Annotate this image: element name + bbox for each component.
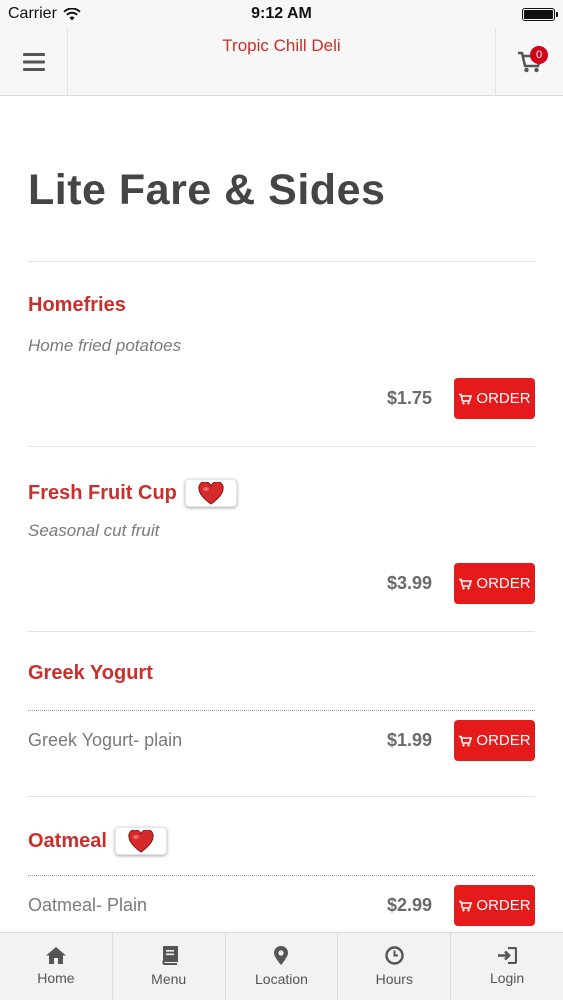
page-title: Lite Fare & Sides	[28, 166, 386, 214]
item-name[interactable]: Fresh Fruit Cup	[28, 479, 237, 507]
cart-icon	[459, 900, 473, 911]
status-bar: Carrier 9:12 AM	[0, 0, 563, 28]
cart-icon	[459, 393, 473, 404]
order-button[interactable]: ORDER	[454, 378, 535, 419]
menu-item: Fresh Fruit Cup Seasonal cut fruit $3.99…	[28, 447, 535, 632]
status-time: 9:12 AM	[251, 5, 312, 22]
item-price: $3.99	[386, 573, 432, 593]
variant-row: Greek Yogurt- plain $1.99 ORDER	[28, 710, 535, 770]
item-name[interactable]: Homefries	[28, 294, 126, 317]
item-price: $1.75	[386, 388, 432, 408]
favorite-badge	[114, 827, 167, 855]
item-price: $2.99	[386, 895, 432, 915]
item-description: Seasonal cut fruit	[28, 521, 160, 540]
nav-menu-label: Menu	[151, 971, 187, 987]
map-pin-icon	[274, 946, 289, 965]
nav-home[interactable]: Home	[0, 933, 113, 1000]
nav-login[interactable]: Login	[451, 933, 563, 1000]
book-icon	[162, 946, 178, 965]
cart-button[interactable]: 0	[495, 28, 563, 96]
home-icon	[45, 947, 66, 964]
nav-location[interactable]: Location	[226, 933, 339, 1000]
nav-location-label: Location	[255, 971, 308, 987]
hamburger-menu-button[interactable]	[0, 28, 68, 96]
variant-row: Oatmeal- Plain $2.99 ORDER	[28, 875, 535, 932]
heart-icon	[128, 829, 154, 853]
cart-icon	[459, 735, 473, 746]
heart-icon	[198, 481, 224, 505]
nav-login-label: Login	[489, 970, 525, 986]
battery-icon	[522, 8, 558, 21]
menu-item: Oatmeal Oatmeal- Plain $2.99 ORDER	[28, 797, 535, 932]
item-price: $1.99	[386, 730, 432, 750]
cart-count-badge: 0	[530, 46, 548, 64]
order-button[interactable]: ORDER	[454, 563, 535, 604]
menu-item: Greek Yogurt Greek Yogurt- plain $1.99 O…	[28, 632, 535, 797]
order-button[interactable]: ORDER	[454, 720, 535, 761]
menu-item: Homefries Home fried potatoes $1.75 ORDE…	[28, 262, 535, 447]
nav-hours[interactable]: Hours	[338, 933, 452, 1000]
cart-icon	[459, 578, 473, 589]
variant-name: Greek Yogurt- plain	[28, 730, 183, 750]
item-name[interactable]: Greek Yogurt	[28, 662, 153, 685]
nav-home-label: Home	[37, 970, 75, 986]
nav-menu[interactable]: Menu	[113, 933, 226, 1000]
item-description: Home fried potatoes	[28, 336, 182, 355]
variant-name: Oatmeal- Plain	[28, 895, 148, 915]
order-button[interactable]: ORDER	[454, 885, 535, 926]
item-name[interactable]: Oatmeal	[28, 827, 167, 855]
price-row: $3.99 ORDER	[387, 563, 535, 604]
login-icon	[498, 947, 518, 964]
clock-icon	[385, 946, 404, 965]
nav-hours-label: Hours	[375, 971, 413, 987]
top-bar: Tropic Chill Deli 0	[0, 28, 563, 96]
hamburger-icon	[22, 53, 45, 71]
favorite-badge	[184, 479, 237, 507]
app-title: Tropic Chill Deli	[222, 36, 341, 55]
main-content: Lite Fare & Sides Homefries Home fried p…	[0, 96, 563, 932]
bottom-nav: Home Menu Location Hours Login	[0, 932, 563, 1000]
price-row: $1.75 ORDER	[387, 378, 535, 419]
